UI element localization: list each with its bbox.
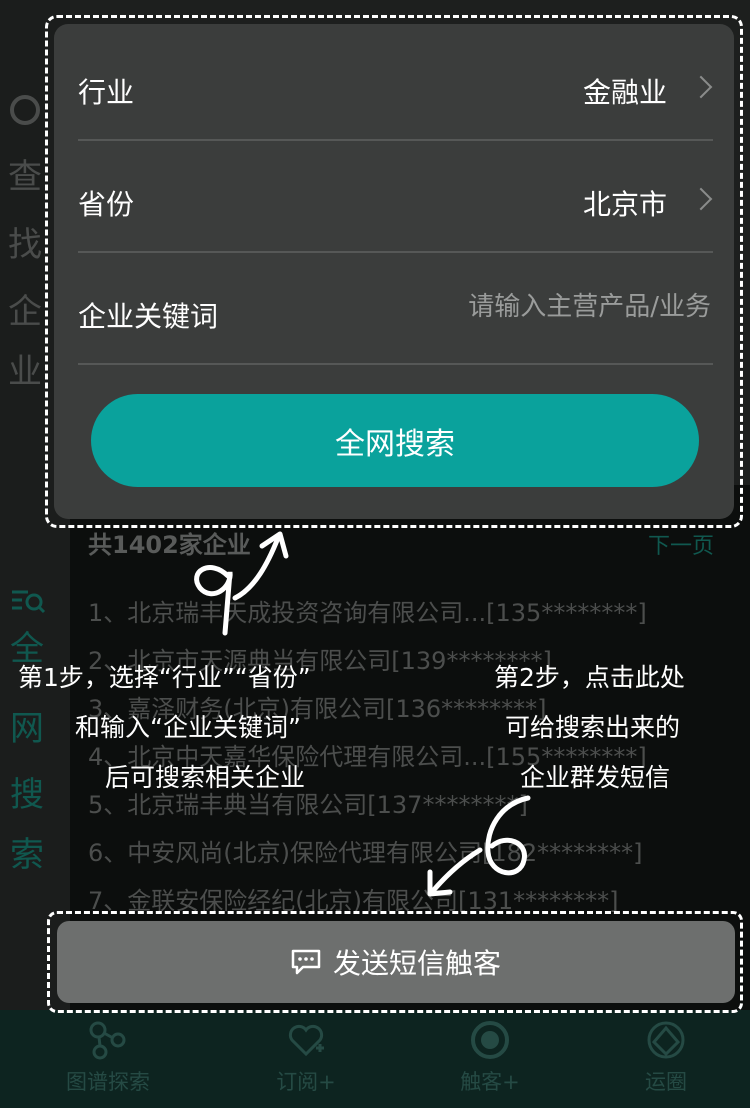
handdrawn-number-9 (194, 531, 289, 636)
keyword-input[interactable] (349, 291, 713, 323)
target-icon (471, 1021, 509, 1059)
side-tab-char: 企 (8, 292, 42, 332)
step1-text-line1: 第1步，选择“行业”“省份” (18, 663, 311, 692)
next-page-link: 下一页 (648, 534, 715, 559)
province-label: 省份 (78, 188, 135, 221)
chevron-right-icon (689, 187, 713, 211)
handdrawn-number-6-arrow (427, 795, 531, 897)
side-tab-char: 搜 (10, 775, 44, 815)
chevron-right-icon (689, 75, 713, 99)
tab-label: 运圈 (645, 1070, 687, 1094)
circle-icon (647, 1021, 685, 1059)
keyword-label: 企业关键词 (78, 300, 219, 333)
tab-subscribe[interactable]: 订阅+ (246, 1016, 366, 1096)
side-tab-char: 业 (8, 352, 42, 392)
side-tab-char: 查 (8, 157, 42, 197)
tab-label: 订阅+ (276, 1070, 336, 1094)
side-tab-char: 找 (8, 225, 42, 265)
heart-plus-icon (288, 1024, 324, 1057)
send-sms-label: 发送短信触客 (332, 947, 501, 980)
keyword-row: 企业关键词 (78, 251, 713, 365)
tab-label: 图谱探索 (66, 1070, 150, 1094)
search-icon (10, 95, 40, 125)
industry-value: 金融业 (582, 76, 667, 109)
graph-icon (89, 1021, 126, 1060)
list-item: 6、中安风尚(北京)保险代理有限公司[182********] (88, 839, 643, 867)
send-sms-button[interactable]: 发送短信触客 (57, 921, 735, 1003)
step2-text-line3: 企业群发短信 (520, 763, 671, 792)
industry-row[interactable]: 行业 金融业 (78, 27, 713, 141)
net-search-icon (12, 590, 46, 614)
step1-text-line2: 和输入“企业关键词” (75, 713, 301, 742)
tab-circle[interactable]: 运圈 (606, 1016, 726, 1096)
tab-touch-customer[interactable]: 触客+ (430, 1016, 550, 1096)
full-web-search-button[interactable]: 全网搜索 (91, 394, 699, 487)
province-row[interactable]: 省份 北京市 (78, 139, 713, 253)
step2-text-line1: 第2步，点击此处 (494, 663, 685, 692)
step2-text-line2: 可给搜索出来的 (505, 713, 681, 742)
step1-text-line3: 后可搜索相关企业 (105, 763, 306, 792)
tab-label: 触客+ (460, 1070, 520, 1094)
chat-bubble-icon (291, 949, 321, 975)
province-value: 北京市 (582, 188, 667, 221)
industry-label: 行业 (78, 76, 135, 109)
tab-graph-explore[interactable]: 图谱探索 (48, 1016, 168, 1096)
side-tab-char: 索 (10, 835, 44, 875)
side-tab-char: 网 (10, 709, 44, 749)
